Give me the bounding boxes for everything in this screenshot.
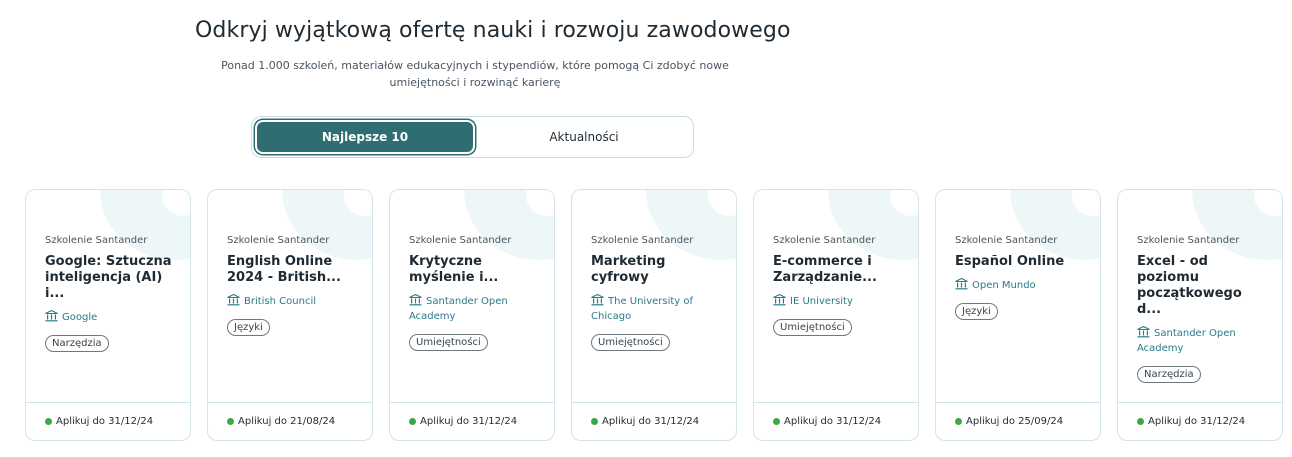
- card-category-tag: Języki: [227, 319, 270, 336]
- card-provider: The University of Chicago: [591, 293, 724, 324]
- card-provider-name: Santander Open Academy: [1137, 328, 1236, 354]
- card-deadline: Aplikuj do 21/08/24: [238, 416, 336, 427]
- course-card[interactable]: Szkolenie Santander Marketing cyfrowy Th…: [571, 189, 737, 441]
- course-card[interactable]: Szkolenie Santander Español Online Open …: [935, 189, 1101, 441]
- card-provider: IE University: [773, 293, 906, 309]
- card-provider-name: IE University: [790, 296, 853, 307]
- card-provider-name: British Council: [244, 296, 317, 307]
- institution-icon: [1137, 325, 1150, 338]
- card-footer: Aplikuj do 31/12/24: [754, 402, 918, 440]
- institution-icon: [591, 293, 604, 306]
- course-card[interactable]: Szkolenie Santander E-commerce i Zarządz…: [753, 189, 919, 441]
- page-title: Odkryj wyjątkową ofertę nauki i rozwoju …: [195, 18, 791, 43]
- card-provider-name: Santander Open Academy: [409, 296, 508, 322]
- card-title: English Online 2024 - British...: [227, 254, 341, 285]
- institution-icon: [45, 309, 58, 322]
- card-provider-name: Open Mundo: [972, 280, 1036, 291]
- hero-section: Odkryj wyjątkową ofertę nauki i rozwoju …: [195, 18, 791, 91]
- card-category-tag: Narzędzia: [45, 335, 109, 352]
- card-footer: Aplikuj do 21/08/24: [208, 402, 372, 440]
- card-body: Szkolenie Santander Español Online Open …: [955, 235, 1088, 320]
- status-dot-icon: [409, 418, 416, 425]
- card-body: Szkolenie Santander English Online 2024 …: [227, 235, 360, 336]
- status-dot-icon: [955, 418, 962, 425]
- status-dot-icon: [45, 418, 52, 425]
- card-deadline: Aplikuj do 31/12/24: [602, 416, 700, 427]
- card-footer: Aplikuj do 31/12/24: [390, 402, 554, 440]
- card-title: Español Online: [955, 254, 1065, 269]
- card-deadline: Aplikuj do 31/12/24: [1148, 416, 1246, 427]
- tab-news[interactable]: Aktualności: [478, 120, 690, 154]
- card-footer: Aplikuj do 25/09/24: [936, 402, 1100, 440]
- card-org: Szkolenie Santander: [227, 235, 330, 246]
- card-title: Marketing cyfrowy: [591, 254, 666, 285]
- status-dot-icon: [1137, 418, 1144, 425]
- institution-icon: [227, 293, 240, 306]
- card-org: Szkolenie Santander: [955, 235, 1058, 246]
- card-body: Szkolenie Santander Marketing cyfrowy Th…: [591, 235, 724, 351]
- institution-icon: [773, 293, 786, 306]
- status-dot-icon: [773, 418, 780, 425]
- course-card[interactable]: Szkolenie Santander Google: Sztuczna int…: [25, 189, 191, 441]
- card-category-tag: Umiejętności: [409, 334, 488, 351]
- card-body: Szkolenie Santander E-commerce i Zarządz…: [773, 235, 906, 336]
- card-deadline: Aplikuj do 31/12/24: [56, 416, 154, 427]
- card-category-tag: Narzędzia: [1137, 366, 1201, 383]
- card-category-tag: Języki: [955, 303, 998, 320]
- course-card[interactable]: Szkolenie Santander Krytyczne myślenie i…: [389, 189, 555, 441]
- card-body: Szkolenie Santander Google: Sztuczna int…: [45, 235, 178, 352]
- card-provider: Open Mundo: [955, 277, 1088, 293]
- page-subtitle: Ponad 1.000 szkoleń, materiałów edukacyj…: [221, 59, 729, 89]
- card-provider: Google: [45, 309, 178, 325]
- status-dot-icon: [227, 418, 234, 425]
- card-category-tag: Umiejętności: [773, 319, 852, 336]
- card-provider-name: Google: [62, 312, 98, 323]
- card-title: Excel - od poziomu początkowego d...: [1137, 254, 1242, 317]
- institution-icon: [409, 293, 422, 306]
- card-provider: British Council: [227, 293, 360, 309]
- institution-icon: [955, 277, 968, 290]
- card-footer: Aplikuj do 31/12/24: [26, 402, 190, 440]
- card-org: Szkolenie Santander: [773, 235, 876, 246]
- card-title: Google: Sztuczna inteligencja (AI) i...: [45, 254, 172, 301]
- card-provider: Santander Open Academy: [409, 293, 542, 324]
- card-category-tag: Umiejętności: [591, 334, 670, 351]
- card-deadline: Aplikuj do 31/12/24: [784, 416, 882, 427]
- status-dot-icon: [591, 418, 598, 425]
- card-title: Krytyczne myślenie i...: [409, 254, 499, 285]
- card-provider: Santander Open Academy: [1137, 325, 1270, 356]
- tab-top-10[interactable]: Najlepsze 10: [255, 120, 475, 154]
- card-provider-name: The University of Chicago: [591, 296, 694, 322]
- course-card[interactable]: Szkolenie Santander Excel - od poziomu p…: [1117, 189, 1283, 441]
- tab-switcher: Najlepsze 10 Aktualności: [251, 116, 694, 158]
- card-body: Szkolenie Santander Krytyczne myślenie i…: [409, 235, 542, 351]
- card-footer: Aplikuj do 31/12/24: [572, 402, 736, 440]
- card-deadline: Aplikuj do 31/12/24: [420, 416, 518, 427]
- card-body: Szkolenie Santander Excel - od poziomu p…: [1137, 235, 1270, 383]
- card-org: Szkolenie Santander: [1137, 235, 1240, 246]
- card-org: Szkolenie Santander: [409, 235, 512, 246]
- course-card[interactable]: Szkolenie Santander English Online 2024 …: [207, 189, 373, 441]
- card-org: Szkolenie Santander: [45, 235, 148, 246]
- card-org: Szkolenie Santander: [591, 235, 694, 246]
- card-title: E-commerce i Zarządzanie...: [773, 254, 877, 285]
- card-deadline: Aplikuj do 25/09/24: [966, 416, 1064, 427]
- card-footer: Aplikuj do 31/12/24: [1118, 402, 1282, 440]
